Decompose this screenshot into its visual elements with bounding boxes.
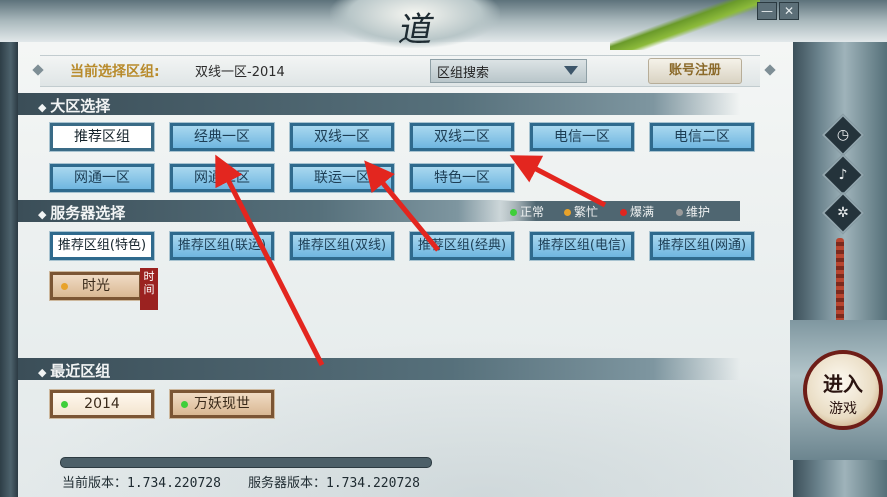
status-dot-icon bbox=[181, 401, 188, 408]
zone-button[interactable]: 电信二区 bbox=[649, 122, 755, 152]
settings-icon: ✲ bbox=[837, 205, 849, 221]
status-dot-icon bbox=[620, 209, 627, 216]
status-dot-icon bbox=[61, 401, 68, 408]
recent-section-bar: 最近区组 bbox=[18, 358, 740, 380]
bamboo-leaf-decoration bbox=[610, 0, 760, 50]
zone-button[interactable]: 特色一区 bbox=[409, 163, 515, 193]
account-register-button[interactable]: 账号注册 bbox=[648, 58, 742, 84]
recent-zone-label: 万妖现世 bbox=[194, 396, 250, 412]
server-button[interactable]: 推荐区组(网通) bbox=[649, 231, 755, 261]
microphone-icon: ♪ bbox=[838, 167, 848, 183]
time-limited-tag: 时间 bbox=[140, 268, 158, 310]
server-button[interactable]: 推荐区组(双线) bbox=[289, 231, 395, 261]
status-dot-icon bbox=[510, 209, 517, 216]
server-section-bar: 服务器选择 bbox=[18, 200, 518, 222]
server-button[interactable]: 推荐区组(经典) bbox=[409, 231, 515, 261]
zone-button[interactable]: 联运一区 bbox=[289, 163, 395, 193]
legend-label: 维护 bbox=[686, 205, 711, 219]
chevron-down-icon bbox=[564, 66, 578, 75]
server-button[interactable]: 推荐区组(电信) bbox=[529, 231, 635, 261]
server-button[interactable]: 推荐区组(联运) bbox=[169, 231, 275, 261]
legend-label: 正常 bbox=[520, 205, 545, 219]
recent-zone-button[interactable]: 2014 bbox=[49, 389, 155, 419]
clock-icon: ◷ bbox=[836, 127, 850, 143]
zone-button[interactable]: 双线二区 bbox=[409, 122, 515, 152]
zone-button[interactable]: 经典一区 bbox=[169, 122, 275, 152]
recent-section-title: 最近区组 bbox=[38, 360, 110, 381]
recent-zone-button[interactable]: 万妖现世 bbox=[169, 389, 275, 419]
recent-zone-label: 2014 bbox=[84, 396, 120, 412]
left-frame bbox=[0, 0, 18, 497]
server-button-label: 时光 bbox=[82, 278, 110, 294]
zone-section-bar: 大区选择 bbox=[18, 93, 740, 115]
server-section-title: 服务器选择 bbox=[38, 202, 125, 223]
status-dot-icon bbox=[61, 283, 68, 290]
zone-search-dropdown[interactable]: 区组搜索 bbox=[430, 59, 587, 83]
server-button[interactable]: 推荐区组(特色) bbox=[49, 231, 155, 261]
update-progress-bar bbox=[60, 457, 432, 468]
zone-button[interactable]: 网通二区 bbox=[169, 163, 275, 193]
client-version: 当前版本：1.734.220728 bbox=[62, 476, 221, 491]
zone-button[interactable]: 电信一区 bbox=[529, 122, 635, 152]
server-version: 服务器版本：1.734.220728 bbox=[248, 476, 420, 491]
server-status-legend: 正常 繁忙 爆满 维护 bbox=[500, 201, 740, 221]
legend-maintenance: 维护 bbox=[676, 203, 710, 220]
zone-search-label: 区组搜索 bbox=[437, 66, 490, 81]
zone-section-title: 大区选择 bbox=[38, 95, 110, 116]
zone-button[interactable]: 推荐区组 bbox=[49, 122, 155, 152]
status-dot-icon bbox=[676, 209, 683, 216]
current-zone-label: 当前选择区组: bbox=[70, 64, 160, 80]
zone-button[interactable]: 网通一区 bbox=[49, 163, 155, 193]
legend-label: 爆满 bbox=[630, 205, 655, 219]
enter-game-label: 进入 bbox=[823, 372, 863, 396]
zone-button[interactable]: 双线一区 bbox=[289, 122, 395, 152]
enter-game-sublabel: 游戏 bbox=[829, 401, 857, 417]
status-dot-icon bbox=[564, 209, 571, 216]
legend-full: 爆满 bbox=[620, 203, 654, 220]
legend-normal: 正常 bbox=[510, 203, 544, 220]
legend-busy: 繁忙 bbox=[564, 203, 598, 220]
server-button-time[interactable]: 时光 bbox=[49, 271, 143, 301]
current-zone-value: 双线一区-2014 bbox=[195, 65, 285, 80]
enter-game-button[interactable]: 进入 游戏 bbox=[803, 350, 883, 430]
legend-label: 繁忙 bbox=[574, 205, 599, 219]
close-button[interactable]: ✕ bbox=[779, 2, 799, 20]
minimize-button[interactable]: — bbox=[757, 2, 777, 20]
